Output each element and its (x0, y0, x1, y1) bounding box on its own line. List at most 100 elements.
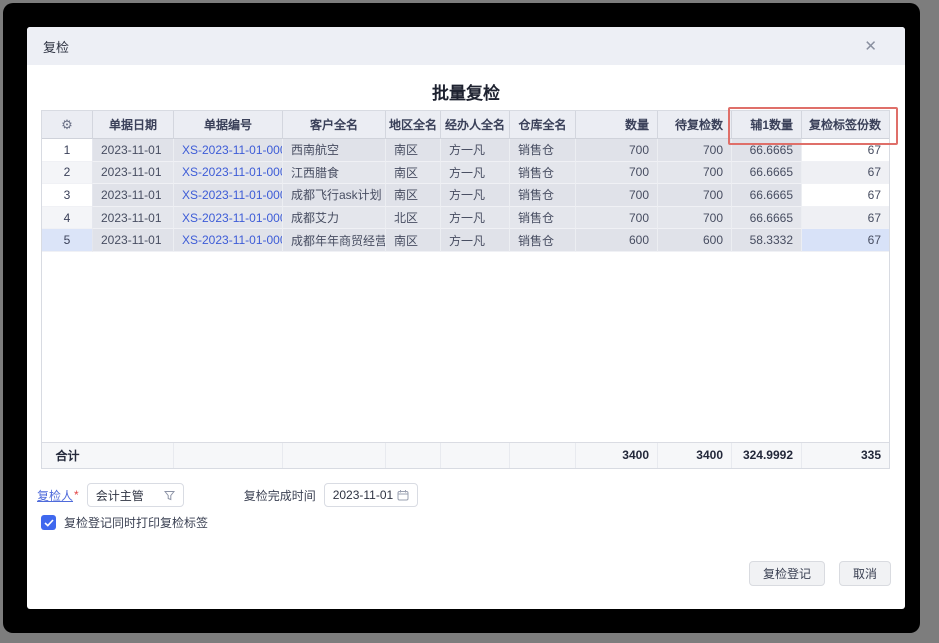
column-header-qty[interactable]: 数量 (576, 111, 658, 139)
cell-label-copies-input[interactable]: 67 (802, 139, 889, 162)
cell-handler: 方一凡 (441, 139, 510, 162)
cell-row-number: 3 (42, 184, 93, 207)
cell-handler: 方一凡 (441, 229, 510, 252)
column-header-customer[interactable]: 客户全名 (283, 111, 386, 139)
funnel-icon (164, 490, 175, 501)
cell-label-copies-input[interactable]: 67 (802, 229, 889, 252)
cell-label-copies-input[interactable]: 67 (802, 162, 889, 185)
cell-row-number: 5 (42, 229, 93, 252)
column-header-label-copies[interactable]: 复检标签份数 (802, 111, 889, 139)
cell-date: 2023-11-01 (93, 207, 174, 230)
dialog-titlebar: 复检 ✕ (27, 27, 905, 65)
table-header-row: ⚙ 单据日期 单据编号 客户全名 地区全名 经办人全名 仓库全名 数量 待复检数… (42, 111, 889, 139)
cell-doc-no-link[interactable]: XS-2023-11-01-00051 (174, 229, 283, 252)
cell-region: 南区 (386, 139, 441, 162)
cell-customer: 成都艾力 (283, 207, 386, 230)
cell-doc-no-link[interactable]: XS-2023-11-01-00047 (174, 139, 283, 162)
completion-time-label: 复检完成时间 (244, 487, 316, 504)
cell-qty: 600 (576, 229, 658, 252)
column-header-region[interactable]: 地区全名 (386, 111, 441, 139)
cell-label-copies-input[interactable]: 67 (802, 184, 889, 207)
reinspection-dialog: 复检 ✕ 批量复检 ⚙ 单据日期 单据编号 客户全名 地区全名 经办人全名 仓库… (27, 27, 905, 609)
cell-date: 2023-11-01 (93, 139, 174, 162)
batch-reinspection-table: ⚙ 单据日期 单据编号 客户全名 地区全名 经办人全名 仓库全名 数量 待复检数… (41, 110, 890, 469)
table-row[interactable]: 3 2023-11-01 XS-2023-11-01-00049 成都飞行ask… (42, 184, 889, 207)
column-header-pending[interactable]: 待复检数 (658, 111, 732, 139)
cell-pending: 700 (658, 162, 732, 185)
cell-region: 南区 (386, 184, 441, 207)
table-row[interactable]: 1 2023-11-01 XS-2023-11-01-00047 西南航空 南区… (42, 139, 889, 162)
page-title: 批量复检 (27, 79, 905, 104)
cell-row-number: 1 (42, 139, 93, 162)
cell-date: 2023-11-01 (93, 184, 174, 207)
cell-qty: 700 (576, 207, 658, 230)
print-label-checkbox-label: 复检登记同时打印复检标签 (64, 514, 208, 531)
table-row[interactable]: 2 2023-11-01 XS-2023-11-01-00048 江西腊食 南区… (42, 162, 889, 185)
cell-label-copies-input[interactable]: 67 (802, 207, 889, 230)
cell-row-number: 4 (42, 207, 93, 230)
inspector-label-text: 复检人 (37, 489, 73, 503)
cell-handler: 方一凡 (441, 162, 510, 185)
total-qty: 3400 (576, 443, 658, 468)
total-empty-cell (510, 443, 576, 468)
cell-date: 2023-11-01 (93, 162, 174, 185)
register-button[interactable]: 复检登记 (749, 561, 825, 586)
table-empty-area (42, 252, 889, 442)
checkmark-icon (44, 519, 54, 527)
cell-customer: 西南航空 (283, 139, 386, 162)
cancel-button[interactable]: 取消 (839, 561, 891, 586)
table-total-row: 合计 3400 3400 324.9992 335 (42, 442, 889, 468)
cell-pending: 700 (658, 184, 732, 207)
cell-qty: 700 (576, 139, 658, 162)
cell-customer: 成都年年商贸经营部 (283, 229, 386, 252)
total-pending: 3400 (658, 443, 732, 468)
close-icon[interactable]: ✕ (852, 37, 889, 55)
inspector-select[interactable]: 会计主管 (87, 483, 184, 507)
cell-aux-qty: 66.6665 (732, 207, 802, 230)
table-row[interactable]: 4 2023-11-01 XS-2023-11-01-00050 成都艾力 北区… (42, 207, 889, 230)
dialog-title: 复检 (43, 37, 69, 56)
cell-warehouse: 销售仓 (510, 162, 576, 185)
dialog-footer-buttons: 复检登记 取消 (749, 561, 891, 586)
cell-handler: 方一凡 (441, 184, 510, 207)
total-empty-cell (174, 443, 283, 468)
cell-handler: 方一凡 (441, 207, 510, 230)
cell-doc-no-link[interactable]: XS-2023-11-01-00048 (174, 162, 283, 185)
cell-warehouse: 销售仓 (510, 207, 576, 230)
table-row-selected[interactable]: 5 2023-11-01 XS-2023-11-01-00051 成都年年商贸经… (42, 229, 889, 252)
gear-icon: ⚙ (61, 118, 73, 131)
required-asterisk: * (74, 488, 79, 502)
total-label: 合计 (42, 443, 93, 468)
column-header-handler[interactable]: 经办人全名 (441, 111, 510, 139)
cell-region: 北区 (386, 207, 441, 230)
column-header-date[interactable]: 单据日期 (93, 111, 174, 139)
column-settings-button[interactable]: ⚙ (42, 111, 93, 139)
cell-row-number: 2 (42, 162, 93, 185)
cell-warehouse: 销售仓 (510, 229, 576, 252)
cell-warehouse: 销售仓 (510, 184, 576, 207)
total-empty-cell (386, 443, 441, 468)
print-label-checkbox[interactable] (41, 515, 56, 530)
column-header-aux-qty[interactable]: 辅1数量 (732, 111, 802, 139)
column-header-doc-no[interactable]: 单据编号 (174, 111, 283, 139)
cell-doc-no-link[interactable]: XS-2023-11-01-00049 (174, 184, 283, 207)
cell-region: 南区 (386, 162, 441, 185)
cell-warehouse: 销售仓 (510, 139, 576, 162)
cell-pending: 700 (658, 207, 732, 230)
print-label-check-row: 复检登记同时打印复检标签 (41, 514, 208, 531)
cell-aux-qty: 66.6665 (732, 139, 802, 162)
cell-date: 2023-11-01 (93, 229, 174, 252)
total-empty-cell (283, 443, 386, 468)
cell-pending: 600 (658, 229, 732, 252)
screen-background: 复检 ✕ 批量复检 ⚙ 单据日期 单据编号 客户全名 地区全名 经办人全名 仓库… (3, 3, 920, 633)
completion-time-input[interactable]: 2023-11-01 (324, 483, 418, 507)
cell-qty: 700 (576, 184, 658, 207)
cell-customer: 成都飞行ask计划 (283, 184, 386, 207)
column-header-warehouse[interactable]: 仓库全名 (510, 111, 576, 139)
cell-doc-no-link[interactable]: XS-2023-11-01-00050 (174, 207, 283, 230)
cell-region: 南区 (386, 229, 441, 252)
total-label-copies: 335 (802, 443, 889, 468)
completion-time-value: 2023-11-01 (333, 488, 394, 502)
cell-qty: 700 (576, 162, 658, 185)
inspector-label[interactable]: 复检人 (37, 487, 73, 504)
